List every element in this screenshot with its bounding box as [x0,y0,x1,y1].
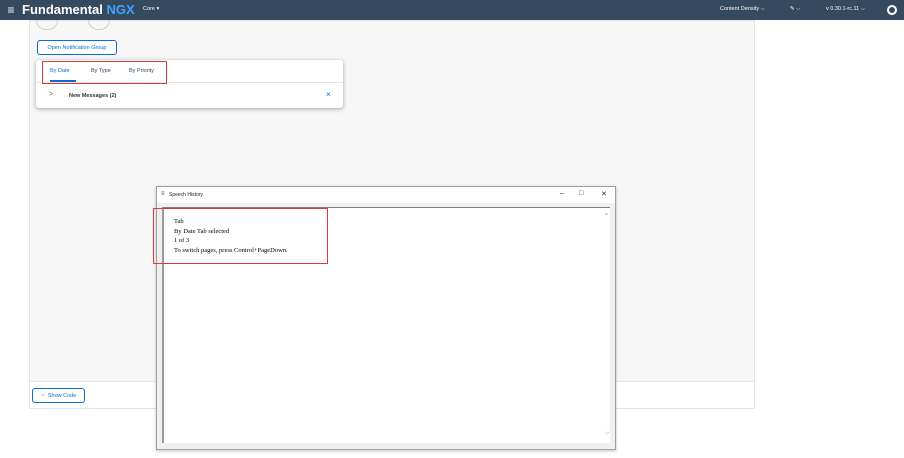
content-density-label: Content Density [720,6,760,12]
menu-icon[interactable]: ≡ [161,191,165,197]
scroll-up-icon[interactable]: ^ [605,213,608,219]
scroll-down-icon[interactable]: ⌵ [605,430,610,437]
version-label: v 0.30.1-rc.11 [826,6,860,12]
maximize-button[interactable]: □ [579,190,583,197]
theme-menu[interactable]: ✎ ⌵ [790,6,800,13]
group-title: New Messages (2) [69,93,117,99]
window-titlebar[interactable]: ≡ Speech History – □ ✕ [157,187,615,203]
content-density-menu[interactable]: Content Density ⌵ [720,6,765,13]
show-code-label: Show Code [47,392,77,399]
open-notification-group-button[interactable]: Open Notification Group [37,40,117,55]
close-button[interactable]: ✕ [601,190,607,198]
show-code-button[interactable]: ⌵ Show Code [32,388,85,403]
github-icon[interactable] [887,5,897,15]
brand-accent: NGX [106,2,135,17]
chevron-down-icon: ⌵ [40,392,45,398]
window-title: Speech History [169,192,203,198]
notification-group-header[interactable]: > New Messages (2) × [36,88,343,106]
brand-title[interactable]: Fundamental NGX [22,2,135,17]
speech-highlight-box [153,208,328,264]
version-menu[interactable]: v 0.30.1-rc.11 ⌵ [826,6,865,13]
shellbar: ≡ Fundamental NGX Core ▾ Content Density… [0,0,904,20]
hamburger-icon[interactable]: ≡ [5,3,17,17]
minimize-button[interactable]: – [560,190,564,197]
tabs-highlight-box [42,61,167,84]
close-icon[interactable]: × [326,90,331,99]
chevron-right-icon[interactable]: > [49,91,53,98]
product-menu[interactable]: Core ▾ [143,6,159,12]
brand-primary: Fundamental [22,2,103,17]
